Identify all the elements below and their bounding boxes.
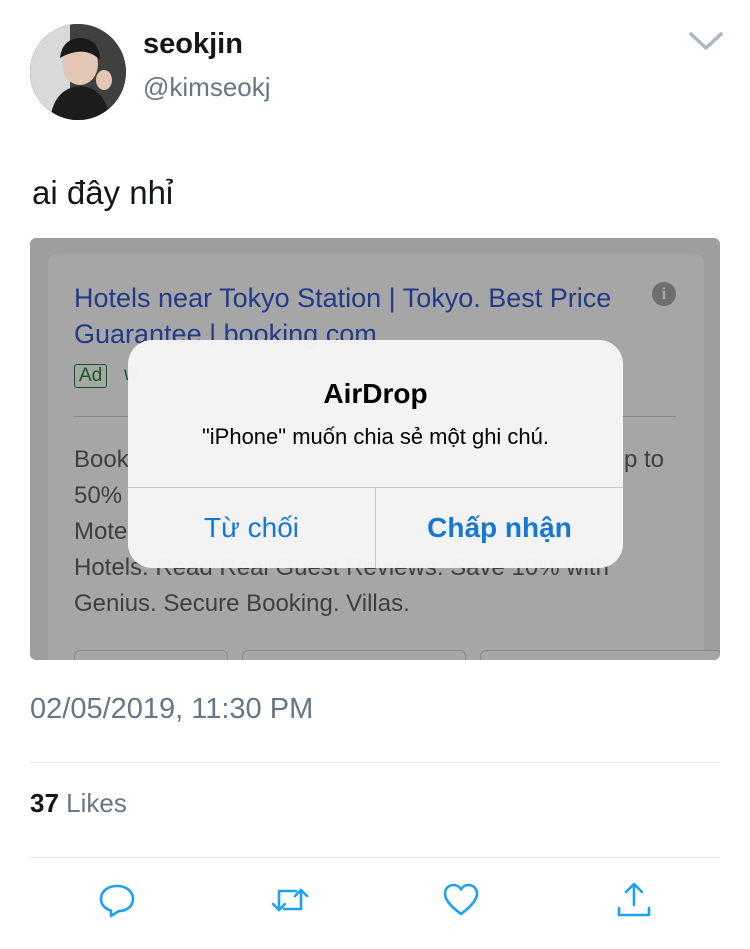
reply-icon[interactable] (97, 880, 137, 920)
ad-badge: Ad (74, 364, 108, 388)
timestamp[interactable]: 02/05/2019, 11:30 PM (30, 693, 313, 726)
likes-count[interactable]: 37 Likes (30, 788, 127, 819)
likes-label: Likes (66, 788, 127, 818)
ad-sitelink (480, 650, 720, 660)
chevron-down-icon[interactable] (688, 30, 724, 52)
handle[interactable]: @kimseokj (143, 72, 271, 103)
display-name[interactable]: seokjin (143, 28, 243, 61)
accept-button[interactable]: Chấp nhận (376, 488, 623, 568)
share-icon[interactable] (614, 880, 654, 920)
retweet-icon[interactable] (270, 880, 310, 920)
alert-message: "iPhone" muốn chia sẻ một ghi chú. (201, 424, 550, 449)
heart-icon[interactable] (441, 880, 481, 920)
ad-body-fragment: p to (623, 446, 664, 473)
divider (30, 857, 720, 858)
likes-number: 37 (30, 788, 59, 818)
divider (30, 762, 720, 763)
airdrop-alert: AirDrop "iPhone" muốn chia sẻ một ghi ch… (128, 340, 623, 568)
tweet-text: ai đây nhỉ (32, 174, 174, 211)
ad-body-line: Genius. Secure Booking. Villas. (74, 590, 410, 617)
avatar[interactable] (30, 24, 126, 120)
info-icon: i (652, 282, 676, 306)
ad-sitelink (242, 650, 466, 660)
decline-button[interactable]: Từ chối (128, 488, 375, 568)
alert-title: AirDrop (323, 378, 428, 409)
ad-sitelink (74, 650, 228, 660)
